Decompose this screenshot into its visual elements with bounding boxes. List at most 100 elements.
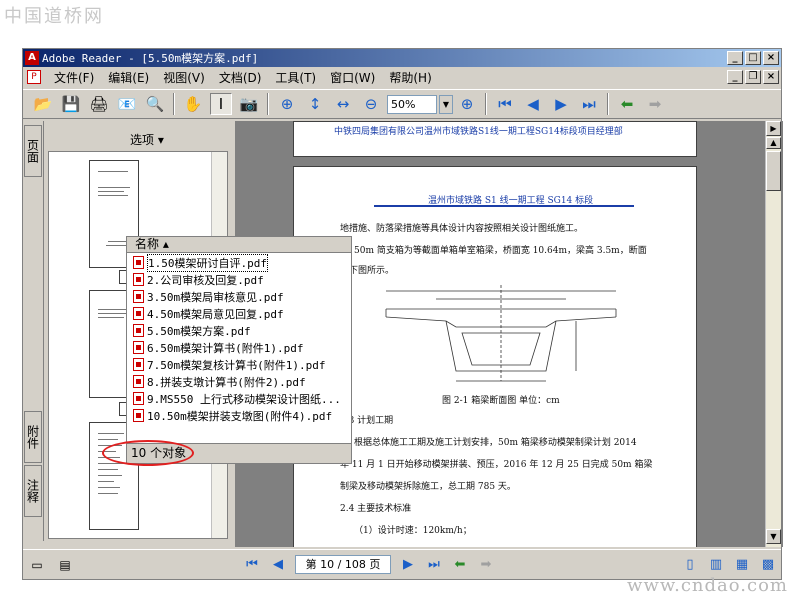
status-forward-icon[interactable]: ➡ (476, 555, 496, 575)
attachment-item[interactable]: 8.拼装支墩计算书(附件2).pdf (127, 373, 351, 390)
doc-restore-button[interactable]: ❐ (745, 70, 761, 84)
snapshot-icon[interactable]: 📷 (238, 93, 260, 115)
scroll-down-icon[interactable]: ▼ (766, 529, 781, 544)
continuous-facing-layout-icon[interactable]: ▩ (758, 555, 778, 575)
pdf-file-icon (133, 256, 144, 269)
first-page-icon[interactable]: ⏮ (494, 93, 516, 115)
scroll-up-icon[interactable]: ▲ (766, 137, 781, 149)
toolbar-separator (485, 93, 487, 115)
select-tool-icon[interactable]: I (210, 93, 232, 115)
pdf-file-icon (133, 307, 144, 320)
zoom-plus-icon[interactable]: ⊕ (456, 93, 478, 115)
tab-attachments[interactable]: 附件 (24, 411, 42, 463)
zoom-out-icon[interactable]: ⊖ (360, 93, 382, 115)
status-last-page-icon[interactable]: ⏭ (424, 555, 444, 575)
attachment-list: 1.50模架研讨自评.pdf 2.公司审核及回复.pdf 3.50m模架局审核意… (127, 254, 351, 442)
toolbar-separator (173, 93, 175, 115)
attachments-panel: 名称 ▴ 1.50模架研讨自评.pdf 2.公司审核及回复.pdf 3.50m模… (126, 236, 352, 464)
toolbar-separator (267, 93, 269, 115)
menu-view[interactable]: 视图(V) (156, 69, 212, 86)
doc-line: 50m 简支箱为等截面单箱单室箱梁，桥面宽 10.64m，梁高 3.5m，断面 (354, 246, 647, 256)
doc-line: 年 11 月 1 日开始移动模架拼装、预压，2016 年 12 月 25 日完成… (340, 460, 653, 470)
pdf-file-icon (133, 409, 144, 422)
email-icon[interactable]: 📧 (116, 93, 138, 115)
maximize-button[interactable]: □ (745, 51, 761, 65)
scroll-thumb[interactable] (766, 151, 781, 191)
document-scrollbar[interactable]: ▶ ▲ ▼ (765, 121, 781, 547)
scroll-right-icon[interactable]: ▶ (766, 121, 781, 136)
attachment-item[interactable]: 2.公司审核及回复.pdf (127, 271, 351, 288)
menu-document[interactable]: 文档(D) (212, 69, 269, 86)
header-rule (374, 205, 634, 207)
print-icon[interactable]: 🖨 (88, 93, 110, 115)
status-prev-page-icon[interactable]: ◀ (268, 555, 288, 575)
status-next-page-icon[interactable]: ▶ (398, 555, 418, 575)
doc-minimize-button[interactable]: _ (727, 70, 743, 84)
toolbar: 📂 💾 🖨 📧 🔍 ✋ I 📷 ⊕ ↕ ↔ ⊖ 50% ▼ ⊕ ⏮ ◀ ▶ ⏭ … (23, 89, 781, 119)
forward-icon[interactable]: ➡ (644, 93, 666, 115)
tab-pages[interactable]: 页面 (24, 125, 42, 177)
page-number-field[interactable]: 第 10 / 108 页 (295, 555, 391, 574)
attachment-item[interactable]: 6.50m模架计算书(附件1).pdf (127, 339, 351, 356)
pdf-file-icon (133, 290, 144, 303)
watermark-top: 中国道桥网 (4, 6, 104, 27)
doc-line: 地措施、防落梁措施等具体设计内容按照相关设计图纸施工。 (340, 224, 584, 234)
prev-page-icon[interactable]: ◀ (522, 93, 544, 115)
doc-line: （1）设计时速：120km/h； (354, 526, 472, 536)
continuous-layout-icon[interactable]: ▥ (706, 555, 726, 575)
zoom-dropdown-icon[interactable]: ▼ (439, 94, 453, 114)
tab-comments[interactable]: 注释 (24, 465, 42, 517)
attachment-item[interactable]: 3.50m模架局审核意见.pdf (127, 288, 351, 305)
menu-help[interactable]: 帮助(H) (382, 69, 438, 86)
page-menu-icon[interactable]: ▤ (54, 554, 76, 576)
toolbar-separator (607, 93, 609, 115)
page-top-header: 中铁四局集团有限公司温州市域铁路S1线一期工程SG14标段项目经理部 (334, 127, 623, 137)
status-first-page-icon[interactable]: ⏮ (242, 555, 262, 575)
zoom-input[interactable]: 50% (387, 94, 437, 114)
fit-width-icon[interactable]: ↔ (332, 93, 354, 115)
options-menu[interactable]: 选项 ▾ (130, 131, 164, 148)
doc-close-button[interactable]: × (763, 70, 779, 84)
highlight-annotation-oval (102, 440, 194, 466)
close-button[interactable]: × (763, 51, 779, 65)
pdf-file-icon (133, 324, 144, 337)
attachment-item[interactable]: 4.50m模架局意见回复.pdf (127, 305, 351, 322)
side-tabs: 页面 附件 注释 (23, 121, 43, 541)
hand-tool-icon[interactable]: ✋ (182, 93, 204, 115)
open-icon[interactable]: 📂 (32, 93, 54, 115)
menu-bar: P 文件(F) 编辑(E) 视图(V) 文档(D) 工具(T) 窗口(W) 帮助… (23, 67, 781, 87)
doc-line: 制梁及移动模架拆除施工，总工期 785 天。 (340, 482, 516, 492)
attachment-item[interactable]: 5.50m模架方案.pdf (127, 322, 351, 339)
attachment-item[interactable]: 9.MS550 上行式移动模架设计图纸... (127, 390, 351, 407)
facing-layout-icon[interactable]: ▦ (732, 555, 752, 575)
single-page-view-icon[interactable]: ▭ (26, 554, 48, 576)
menu-tools[interactable]: 工具(T) (268, 69, 323, 86)
save-icon[interactable]: 💾 (60, 93, 82, 115)
previous-page: 中铁四局集团有限公司温州市域铁路S1线一期工程SG14标段项目经理部 (293, 121, 697, 157)
box-girder-section-drawing (385, 285, 617, 382)
fit-page-icon[interactable]: ↕ (304, 93, 326, 115)
minimize-button[interactable]: _ (727, 51, 743, 65)
pdf-file-icon (133, 375, 144, 388)
watermark-bottom: www.cndao.com (627, 575, 788, 596)
back-icon[interactable]: ⬅ (616, 93, 638, 115)
window-title: Adobe Reader - [5.50m模架方案.pdf] (42, 52, 259, 65)
next-page-icon[interactable]: ▶ (550, 93, 572, 115)
status-back-icon[interactable]: ⬅ (450, 555, 470, 575)
attachment-item[interactable]: 1.50模架研讨自评.pdf (127, 254, 351, 272)
attachment-item[interactable]: 7.50m模架复核计算书(附件1).pdf (127, 356, 351, 373)
menu-window[interactable]: 窗口(W) (323, 69, 382, 86)
pdf-file-icon (133, 341, 144, 354)
attachment-item[interactable]: 10.50m模架拼装支墩图(附件4).pdf (127, 407, 351, 424)
pdf-file-icon (133, 358, 144, 371)
search-icon[interactable]: 🔍 (144, 93, 166, 115)
doc-line: 根据总体施工工期及施工计划安排，50m 箱梁移动模架制梁计划 2014 (354, 438, 637, 448)
last-page-icon[interactable]: ⏭ (578, 93, 600, 115)
pdf-doc-icon[interactable]: P (27, 70, 41, 84)
menu-edit[interactable]: 编辑(E) (101, 69, 156, 86)
menu-file[interactable]: 文件(F) (47, 69, 101, 86)
name-column-header[interactable]: 名称 ▴ (127, 237, 351, 253)
pdf-file-icon (133, 273, 144, 286)
single-page-layout-icon[interactable]: ▯ (680, 555, 700, 575)
zoom-in-tool-icon[interactable]: ⊕ (276, 93, 298, 115)
